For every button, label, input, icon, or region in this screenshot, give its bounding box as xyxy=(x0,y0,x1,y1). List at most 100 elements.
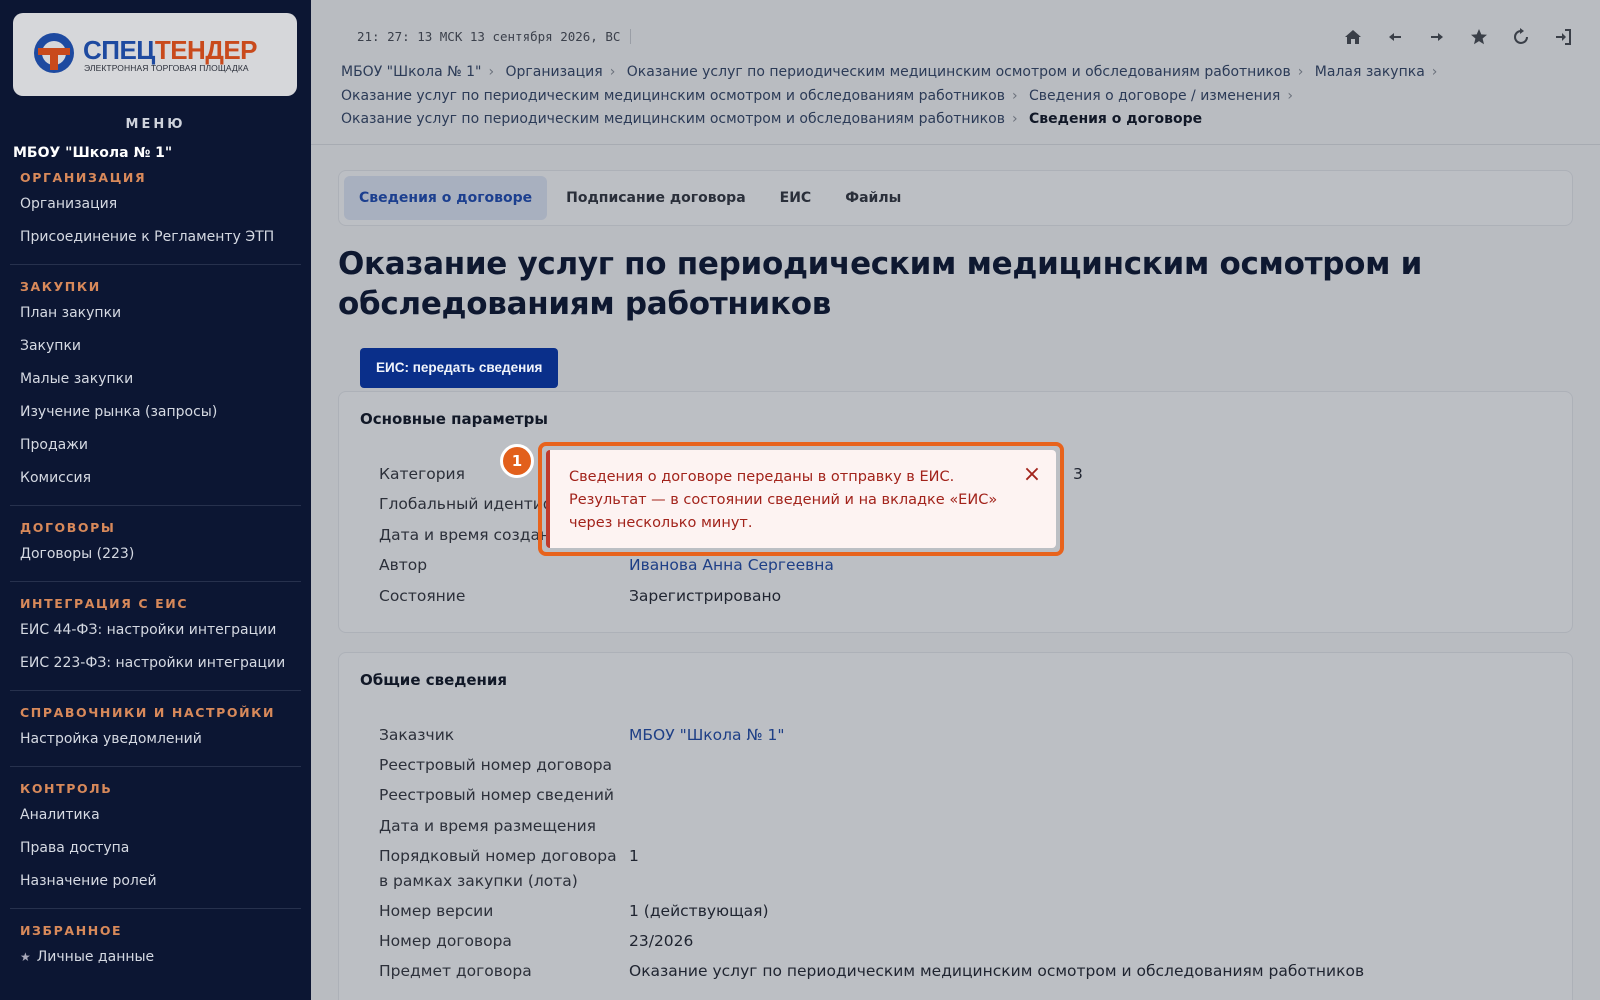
breadcrumb-link[interactable]: Оказание услуг по периодическим медицинс… xyxy=(341,111,1005,127)
sidebar-item-purchases[interactable]: Закупки xyxy=(20,330,291,363)
toast-notification: Сведения о договоре переданы в отправку … xyxy=(546,450,1056,548)
breadcrumb: Оказание услуг по периодическим медицинс… xyxy=(341,111,1202,127)
refresh-icon[interactable] xyxy=(1510,26,1532,48)
field-label: в рамках закупки (лота) xyxy=(379,872,578,890)
logout-icon[interactable] xyxy=(1552,26,1574,48)
nav-section-organization: ОРГАНИЗАЦИЯ Организация Присоединение к … xyxy=(10,168,301,265)
sidebar-item-personal-data[interactable]: ★ Личные данные xyxy=(20,941,291,974)
logo-title: СПЕЦТЕНДЕР xyxy=(83,35,258,65)
arrow-left-icon[interactable] xyxy=(1384,26,1406,48)
field-label: Номер договора xyxy=(379,932,512,950)
sidebar-item-commission[interactable]: Комиссия xyxy=(20,462,291,495)
eis-send-button[interactable]: ЕИС: передать сведения xyxy=(360,348,559,388)
field-label: Реестровый номер договора xyxy=(379,756,613,774)
nav-section-purchases: ЗАКУПКИ План закупки Закупки Малые закуп… xyxy=(10,265,301,506)
home-icon[interactable] xyxy=(1342,26,1364,48)
author-link[interactable]: Иванова Анна Сергеевна xyxy=(629,556,834,574)
nav-section-contracts: ДОГОВОРЫ Договоры (223) xyxy=(10,506,301,582)
breadcrumb: Оказание услуг по периодическим медицинс… xyxy=(341,88,1300,104)
nav-section-eis: ИНТЕГРАЦИЯ С ЕИС ЕИС 44-ФЗ: настройки ин… xyxy=(10,582,301,691)
field-label: Номер версии xyxy=(379,902,494,920)
sidebar-item-market-research[interactable]: Изучение рынка (запросы) xyxy=(20,396,291,429)
field-value: 3 xyxy=(1073,465,1083,483)
sidebar-item-contracts[interactable]: Договоры (223) xyxy=(20,538,291,571)
sidebar-item-label: Личные данные xyxy=(36,949,155,965)
close-icon[interactable]: × xyxy=(1022,464,1042,486)
nav-section-title: СПРАВОЧНИКИ И НАСТРОЙКИ xyxy=(20,705,276,720)
breadcrumb-link[interactable]: Организация xyxy=(506,64,603,80)
field-value: Оказание услуг по периодическим медицинс… xyxy=(629,962,1365,980)
status-value: Зарегистрировано xyxy=(629,587,782,605)
nav-section-title: ИЗБРАННОЕ xyxy=(20,923,123,938)
tab-files[interactable]: Файлы xyxy=(830,176,916,220)
tab-eis[interactable]: ЕИС xyxy=(765,176,827,220)
sidebar-item-small-purchases[interactable]: Малые закупки xyxy=(20,363,291,396)
top-bar: 21: 27: 13 МСК 13 сентября 2026, ВС МБОУ… xyxy=(311,0,1600,145)
nav-section-settings: СПРАВОЧНИКИ И НАСТРОЙКИ Настройка уведом… xyxy=(10,691,301,767)
breadcrumb-current: Сведения о договоре xyxy=(1029,111,1203,127)
logo[interactable]: СПЕЦТЕНДЕР ЭЛЕКТРОННАЯ ТОРГОВАЯ ПЛОЩАДКА xyxy=(13,13,297,96)
sidebar-item-purchase-plan[interactable]: План закупки xyxy=(20,297,291,330)
field-label: Категория xyxy=(379,465,465,483)
field-value: 1 xyxy=(629,847,639,865)
nav-section-title: ДОГОВОРЫ xyxy=(20,520,116,535)
breadcrumb-separator: › xyxy=(609,64,616,80)
field-label: Заказчик xyxy=(379,726,455,744)
sidebar-item-roles[interactable]: Назначение ролей xyxy=(20,865,291,898)
breadcrumb-link[interactable]: Малая закупка xyxy=(1315,64,1425,80)
sidebar-item-notifications[interactable]: Настройка уведомлений xyxy=(20,723,291,756)
card-title: Основные параметры xyxy=(360,410,548,428)
breadcrumb-separator: › xyxy=(1287,88,1293,104)
sidebar-org-name: МБОУ "Школа № 1" xyxy=(13,145,173,161)
page-title: Оказание услуг по периодическим медицинс… xyxy=(338,246,1423,322)
field-label: Предмет договора xyxy=(379,962,532,980)
sidebar-item-sales[interactable]: Продажи xyxy=(20,429,291,462)
field-label: Автор xyxy=(379,556,428,574)
field-label: Состояние xyxy=(379,587,466,605)
sidebar: СПЕЦТЕНДЕР ЭЛЕКТРОННАЯ ТОРГОВАЯ ПЛОЩАДКА… xyxy=(0,0,311,1000)
sidebar-item-analytics[interactable]: Аналитика xyxy=(20,799,291,832)
breadcrumb-link[interactable]: Оказание услуг по периодическим медицинс… xyxy=(341,88,1005,104)
tab-contract-signing[interactable]: Подписание договора xyxy=(551,176,761,220)
sidebar-item-eis-44[interactable]: ЕИС 44-ФЗ: настройки интеграции xyxy=(20,614,291,647)
breadcrumb-link[interactable]: Сведения о договоре / изменения xyxy=(1029,88,1280,104)
toast-line: Результат — в состоянии сведений и на вк… xyxy=(569,492,998,508)
breadcrumb-separator: › xyxy=(1011,111,1018,127)
field-label: Порядковый номер договора xyxy=(379,847,617,865)
breadcrumb: МБОУ "Школа № 1" › Организация › Оказание … xyxy=(341,64,1444,80)
menu-title: МЕНЮ xyxy=(125,117,186,132)
tab-bar: Сведения о договоре Подписание договора … xyxy=(338,170,1573,226)
star-icon: ★ xyxy=(20,950,31,964)
breadcrumb-separator: › xyxy=(488,64,495,80)
breadcrumb-separator: › xyxy=(1297,64,1304,80)
card-title: Общие сведения xyxy=(360,671,508,689)
logo-icon xyxy=(34,33,74,73)
nav-section-title: ЗАКУПКИ xyxy=(20,279,101,294)
sidebar-nav: ОРГАНИЗАЦИЯ Организация Присоединение к … xyxy=(0,168,311,984)
field-label: Дата и время размещения xyxy=(379,817,596,835)
toast-line: через несколько минут. xyxy=(569,515,753,531)
nav-section-control: КОНТРОЛЬ Аналитика Права доступа Назначе… xyxy=(10,767,301,909)
general-info-card: Общие сведения Заказчик МБОУ "Школа № 1"… xyxy=(338,652,1573,1000)
arrow-right-icon[interactable] xyxy=(1426,26,1448,48)
nav-section-title: КОНТРОЛЬ xyxy=(20,781,113,796)
sidebar-item-eis-223[interactable]: ЕИС 223-ФЗ: настройки интеграции xyxy=(20,647,291,680)
field-value: 1 (действующая) xyxy=(629,902,769,920)
field-value: 23/2026 xyxy=(629,932,694,950)
sidebar-item-access-rights[interactable]: Права доступа xyxy=(20,832,291,865)
sidebar-item-organization[interactable]: Организация xyxy=(20,188,291,221)
top-toolbar xyxy=(1342,26,1574,48)
nav-section-title: ИНТЕГРАЦИЯ С ЕИС xyxy=(20,596,189,611)
nav-section-title: ОРГАНИЗАЦИЯ xyxy=(20,170,147,185)
clock: 21: 27: 13 МСК 13 сентября 2026, ВС xyxy=(357,29,632,44)
toast-line: Сведения о договоре переданы в отправку … xyxy=(569,469,955,485)
breadcrumb-link[interactable]: Оказание услуг по периодическим медицинс… xyxy=(627,64,1291,80)
toast-message: Сведения о договоре переданы в отправку … xyxy=(569,466,1009,535)
sidebar-item-regulation[interactable]: Присоединение к Регламенту ЭТП xyxy=(20,221,291,254)
breadcrumb-link[interactable]: МБОУ "Школа № 1" xyxy=(341,64,481,80)
tab-contract-info[interactable]: Сведения о договоре xyxy=(344,176,548,220)
customer-link[interactable]: МБОУ "Школа № 1" xyxy=(629,726,785,744)
field-label: Реестровый номер сведений xyxy=(379,786,615,804)
star-icon[interactable] xyxy=(1468,26,1490,48)
step-badge: 1 xyxy=(500,444,534,478)
